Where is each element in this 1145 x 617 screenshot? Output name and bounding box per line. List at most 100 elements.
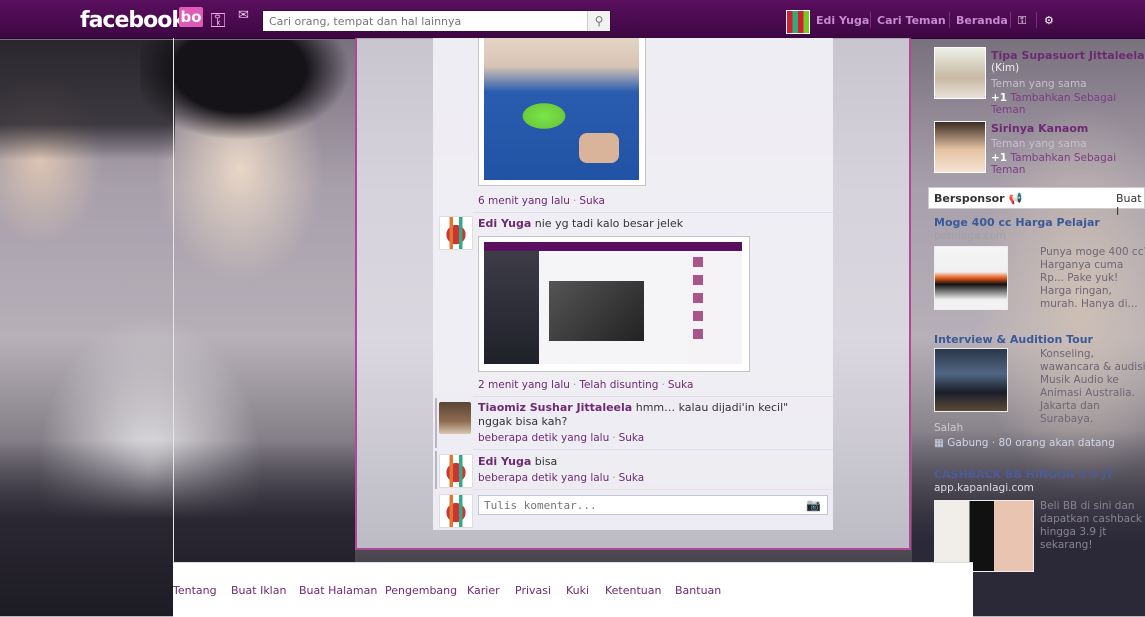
ad-url[interactable]: berniaga.com bbox=[934, 230, 1006, 242]
nav-home-link[interactable]: Beranda bbox=[956, 14, 1008, 27]
screenshot-middle bbox=[539, 251, 689, 364]
comment-meta: beberapa detik yang lalu · Suka bbox=[478, 432, 645, 444]
comment-meta: beberapa detik yang lalu · Suka bbox=[478, 472, 645, 484]
messages-icon[interactable]: ✉ bbox=[238, 8, 254, 23]
search-input[interactable] bbox=[263, 11, 595, 31]
profile-avatar[interactable] bbox=[786, 10, 810, 34]
comment-text: Tiaomiz Sushar Jittaleela hmm… kalau dij… bbox=[478, 401, 818, 429]
mutual-friends-link[interactable]: Teman yang sama bbox=[991, 138, 1087, 150]
ad-body: Beli BB di sini dan dapatkan cashback hi… bbox=[1040, 500, 1142, 551]
comment-meta: 2 menit yang lalu · Telah disunting · Suka bbox=[478, 379, 694, 391]
comment-indicator bbox=[435, 398, 437, 448]
nav-profile-link[interactable]: Edi Yuga bbox=[816, 14, 869, 27]
settings-gear-icon[interactable]: ⚙ bbox=[1044, 14, 1054, 27]
ad-title[interactable]: Interview & Audition Tour bbox=[934, 333, 1093, 346]
top-navigation-bar: facebook bo ⚿ ✉ ⚲ Edi Yuga Cari Teman Be… bbox=[0, 0, 1145, 39]
ad-join-link[interactable]: ▦ Gabung · 80 orang akan datang bbox=[934, 437, 1115, 449]
ad-title[interactable]: Moge 400 cc Harga Pelajar bbox=[934, 216, 1100, 229]
add-friend-icon: +1 bbox=[991, 92, 1008, 104]
comment-composer: 📷 bbox=[478, 495, 828, 515]
photo-image bbox=[484, 38, 639, 180]
add-friend-label: Tambahkan Sebagai Teman bbox=[991, 152, 1117, 176]
extension-badge[interactable]: bo bbox=[179, 7, 203, 27]
footer-link-careers[interactable]: Karier bbox=[467, 584, 500, 597]
divider bbox=[473, 212, 833, 213]
sponsored-label: Bersponsor 📢 bbox=[934, 192, 1023, 205]
commenter-avatar[interactable] bbox=[439, 402, 471, 434]
current-user-avatar bbox=[439, 494, 473, 528]
photo-timestamp[interactable]: 6 menit yang lalu bbox=[478, 195, 570, 207]
facebook-logo[interactable]: facebook bbox=[80, 8, 186, 33]
nav-find-friends-link[interactable]: Cari Teman bbox=[877, 14, 946, 27]
photo-like-link[interactable]: Suka bbox=[579, 195, 605, 207]
comment-timestamp[interactable]: 2 menit yang lalu bbox=[478, 379, 570, 391]
create-ad-link[interactable]: Buat I bbox=[1116, 192, 1144, 218]
comment-attachment-screenshot[interactable] bbox=[478, 236, 750, 372]
add-friend-button[interactable]: +1 Tambahkan Sebagai Teman bbox=[991, 152, 1145, 176]
sponsored-header: Bersponsor 📢 Buat I bbox=[928, 187, 1145, 218]
suggested-friend-nickname: (Kim) bbox=[991, 62, 1020, 74]
footer-link-privacy[interactable]: Privasi bbox=[515, 584, 551, 597]
add-friend-icon: +1 bbox=[991, 152, 1008, 164]
ad-extra: Salah bbox=[934, 422, 964, 434]
comment-input[interactable] bbox=[479, 496, 799, 514]
comment-indicator bbox=[435, 451, 437, 489]
screenshot-right bbox=[689, 251, 742, 364]
footer-link-create-page[interactable]: Buat Halaman bbox=[299, 584, 377, 597]
camera-icon[interactable]: 📷 bbox=[806, 498, 821, 512]
commenter-name[interactable]: Edi Yuga bbox=[478, 217, 531, 230]
comment-body: nie yg tadi kalo besar jelek bbox=[534, 217, 684, 230]
add-friend-label: Tambahkan Sebagai Teman bbox=[991, 92, 1117, 116]
comment-like-link[interactable]: Suka bbox=[668, 379, 694, 391]
footer-link-terms[interactable]: Ketentuan bbox=[605, 584, 661, 597]
ad-body: Punya moge 400 cc? Harganya cuma Rp... P… bbox=[1040, 246, 1145, 310]
screenshot-left bbox=[484, 251, 539, 364]
search-icon[interactable]: ⚲ bbox=[587, 11, 610, 31]
nav-separator bbox=[1010, 12, 1011, 28]
footer-link-create-ad[interactable]: Buat Iklan bbox=[231, 584, 286, 597]
photo-meta: 6 menit yang lalu · Suka bbox=[478, 195, 605, 207]
comment-edited-label[interactable]: Telah disunting bbox=[579, 379, 658, 391]
nav-separator bbox=[870, 12, 871, 28]
left-column bbox=[173, 38, 356, 562]
privacy-icon[interactable]: ⚿ bbox=[1018, 14, 1026, 28]
shared-photo[interactable] bbox=[478, 38, 646, 186]
ad-url[interactable]: app.kapanlagi.com bbox=[934, 482, 1034, 494]
comment-body: bisa bbox=[534, 455, 558, 468]
commenter-name[interactable]: Edi Yuga bbox=[478, 455, 531, 468]
suggested-friend-photo[interactable] bbox=[934, 121, 986, 173]
mutual-friends-link[interactable]: Teman yang sama bbox=[991, 78, 1087, 90]
commenter-name[interactable]: Tiaomiz Sushar Jittaleela bbox=[478, 401, 632, 414]
comment-like-link[interactable]: Suka bbox=[619, 432, 645, 444]
divider bbox=[473, 449, 833, 450]
add-friend-button[interactable]: +1 Tambahkan Sebagai Teman bbox=[991, 92, 1145, 116]
comment-timestamp[interactable]: beberapa detik yang lalu bbox=[478, 432, 609, 444]
nav-separator bbox=[949, 12, 950, 28]
nav-separator bbox=[1036, 12, 1037, 28]
page-footer: Tentang Buat Iklan Buat Halaman Pengemba… bbox=[173, 562, 973, 617]
extension-icon[interactable]: ⚿ bbox=[206, 6, 230, 34]
megaphone-icon: 📢 bbox=[1008, 192, 1023, 205]
comment-text: Edi Yuga bisa bbox=[478, 455, 818, 469]
comment-timestamp[interactable]: beberapa detik yang lalu bbox=[478, 472, 609, 484]
footer-link-about[interactable]: Tentang bbox=[173, 584, 217, 597]
commenter-avatar[interactable] bbox=[439, 216, 473, 250]
suggested-friend-name[interactable]: Tipa Supasuort Jittaleela bbox=[991, 49, 1145, 62]
ad-body: Konseling, wawancara & audisi. Musik Aud… bbox=[1040, 348, 1145, 425]
suggested-friend-name[interactable]: Sirinya Kanaom bbox=[991, 122, 1088, 135]
footer-link-help[interactable]: Bantuan bbox=[675, 584, 721, 597]
ad-image[interactable] bbox=[934, 246, 1008, 310]
footer-link-cookies[interactable]: Kuki bbox=[566, 584, 589, 597]
ad-image[interactable] bbox=[934, 348, 1008, 412]
divider bbox=[473, 396, 833, 397]
suggested-friend-photo[interactable] bbox=[934, 47, 986, 99]
search-bar: ⚲ bbox=[262, 10, 611, 32]
commenter-avatar[interactable] bbox=[439, 454, 473, 488]
comment-text: Edi Yuga nie yg tadi kalo besar jelek bbox=[478, 217, 818, 231]
ad-title[interactable]: CASHBACK BB HINGGA 3.9 JT bbox=[934, 468, 1113, 481]
screenshot-bar bbox=[484, 242, 742, 251]
screenshot-image bbox=[484, 242, 742, 364]
divider bbox=[473, 489, 833, 490]
comment-like-link[interactable]: Suka bbox=[619, 472, 645, 484]
footer-link-developers[interactable]: Pengembang bbox=[385, 584, 457, 597]
